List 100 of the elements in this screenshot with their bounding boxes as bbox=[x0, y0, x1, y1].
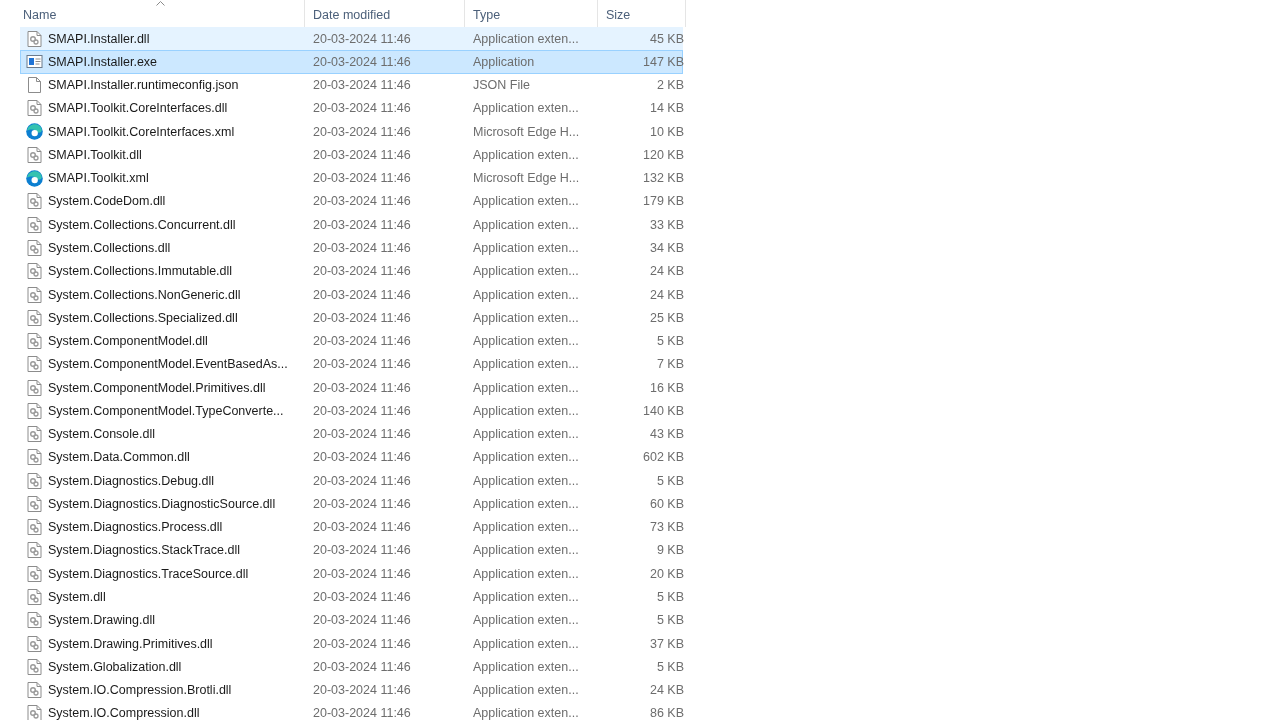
file-type: Application exten... bbox=[472, 101, 580, 116]
gear-file-icon bbox=[26, 519, 43, 536]
file-type: Application exten... bbox=[472, 450, 580, 465]
file-type: Microsoft Edge H... bbox=[472, 171, 581, 186]
file-type: Application exten... bbox=[472, 217, 580, 232]
file-name: System.Diagnostics.TraceSource.dll bbox=[48, 566, 249, 581]
date-modified: 20-03-2024 11:46 bbox=[312, 101, 412, 116]
file-row[interactable]: System.CodeDom.dll 20-03-2024 11:46 Application exten... 179 KB bbox=[20, 189, 683, 214]
file-row[interactable]: System.Diagnostics.DiagnosticSource.dll 20-03-2024 11:46 Application exten... 60 KB bbox=[20, 492, 683, 516]
file-row[interactable]: System.Console.dll 20-03-2024 11:46 Application exten... 43 KB bbox=[20, 422, 683, 446]
file-row[interactable]: System.IO.Compression.dll 20-03-2024 11:46 Application exten... 86 KB bbox=[20, 701, 683, 720]
gear-file-icon bbox=[26, 333, 43, 350]
date-modified: 20-03-2024 11:46 bbox=[312, 147, 412, 162]
file-size: 14 KB bbox=[648, 101, 685, 116]
gear-file-icon bbox=[26, 542, 43, 559]
file-type: Application exten... bbox=[472, 427, 580, 442]
file-size: 179 KB bbox=[642, 194, 685, 209]
date-modified: 20-03-2024 11:46 bbox=[312, 520, 412, 535]
gear-file-icon bbox=[26, 589, 43, 605]
file-size: 43 KB bbox=[648, 427, 685, 442]
file-size: 5 KB bbox=[655, 590, 685, 604]
file-size: 5 KB bbox=[655, 659, 685, 674]
file-row[interactable]: System.ComponentModel.dll 20-03-2024 11:46 Application exten... 5 KB bbox=[20, 329, 683, 353]
file-size: 20 KB bbox=[648, 566, 685, 581]
file-type: Application exten... bbox=[472, 473, 580, 488]
file-row[interactable]: System.Collections.Specialized.dll 20-03-2024 11:46 Application exten... 25 KB bbox=[20, 306, 683, 330]
file-name: System.Diagnostics.Debug.dll bbox=[48, 473, 215, 488]
file-size: 60 KB bbox=[648, 496, 685, 511]
file-row[interactable]: SMAPI.Installer.runtimeconfig.json 20-03-2024 11:46 JSON File 2 KB bbox=[20, 73, 683, 97]
file-row[interactable]: System.IO.Compression.Brotli.dll 20-03-2024 11:46 Application exten... 24 KB bbox=[20, 678, 683, 702]
file-row[interactable]: System.Drawing.dll 20-03-2024 11:46 Application exten... 5 KB bbox=[20, 608, 683, 632]
date-modified: 20-03-2024 11:46 bbox=[312, 124, 412, 139]
date-modified: 20-03-2024 11:46 bbox=[312, 194, 412, 209]
date-modified: 20-03-2024 11:46 bbox=[312, 427, 412, 442]
file-name: System.Data.Common.dll bbox=[48, 450, 190, 465]
gear-file-icon bbox=[26, 402, 43, 419]
file-type: Application exten... bbox=[472, 241, 580, 255]
date-modified: 20-03-2024 11:46 bbox=[312, 334, 412, 349]
gear-file-icon bbox=[26, 146, 43, 163]
file-row[interactable]: SMAPI.Toolkit.dll 20-03-2024 11:46 Application exten... 120 KB bbox=[20, 143, 683, 167]
file-size: 2 KB bbox=[655, 78, 685, 93]
date-modified: 20-03-2024 11:46 bbox=[312, 31, 412, 46]
file-type: Application exten... bbox=[472, 357, 580, 372]
date-modified: 20-03-2024 11:46 bbox=[312, 636, 412, 651]
file-size: 86 KB bbox=[648, 706, 685, 720]
date-modified: 20-03-2024 11:46 bbox=[312, 171, 412, 186]
file-row[interactable]: System.Diagnostics.TraceSource.dll 20-03-2024 11:46 Application exten... 20 KB bbox=[20, 562, 683, 586]
file-type: Microsoft Edge H... bbox=[472, 124, 581, 139]
file-row[interactable]: System.ComponentModel.TypeConverte... 20-03-2024 11:46 Application exten... 140 KB bbox=[20, 399, 683, 423]
blank-file-icon bbox=[26, 77, 43, 94]
file-row[interactable]: System.Collections.dll 20-03-2024 11:46 Application exten... 34 KB bbox=[20, 236, 683, 260]
file-row[interactable]: SMAPI.Toolkit.CoreInterfaces.dll 20-03-2024 11:46 Application exten... 14 KB bbox=[20, 96, 683, 121]
file-row[interactable]: System.Diagnostics.Debug.dll 20-03-2024 11:46 Application exten... 5 KB bbox=[20, 469, 683, 493]
date-modified: 20-03-2024 11:46 bbox=[312, 450, 412, 465]
file-row[interactable]: System.Diagnostics.Process.dll 20-03-2024 11:46 Application exten... 73 KB bbox=[20, 515, 683, 539]
file-size: 34 KB bbox=[648, 241, 685, 255]
file-type: Application exten... bbox=[472, 543, 580, 558]
file-size: 5 KB bbox=[655, 613, 685, 628]
date-modified: 20-03-2024 11:46 bbox=[312, 473, 412, 488]
file-size: 120 KB bbox=[642, 147, 685, 162]
file-row[interactable]: System.Globalization.dll 20-03-2024 11:46 Application exten... 5 KB bbox=[20, 655, 683, 679]
file-row[interactable]: System.Data.Common.dll 20-03-2024 11:46 Application exten... 602 KB bbox=[20, 445, 683, 470]
gear-file-icon bbox=[26, 565, 43, 582]
file-name: System.ComponentModel.EventBasedAs... bbox=[48, 357, 288, 372]
date-modified: 20-03-2024 11:46 bbox=[312, 217, 412, 232]
date-modified: 20-03-2024 11:46 bbox=[312, 357, 412, 372]
file-row[interactable]: System.ComponentModel.EventBasedAs... 20-03-2024 11:46 Application exten... 7 KB bbox=[20, 352, 683, 376]
file-row[interactable]: System.Drawing.Primitives.dll 20-03-2024 11:46 Application exten... 37 KB bbox=[20, 631, 683, 656]
date-modified: 20-03-2024 11:46 bbox=[312, 590, 412, 604]
file-row[interactable]: System.ComponentModel.Primitives.dll 20-03-2024 11:46 Application exten... 16 KB bbox=[20, 376, 683, 400]
file-size: 9 KB bbox=[655, 543, 685, 558]
file-size: 5 KB bbox=[655, 473, 685, 488]
file-type: JSON File bbox=[472, 78, 531, 93]
file-row[interactable]: System.Diagnostics.StackTrace.dll 20-03-2024 11:46 Application exten... 9 KB bbox=[20, 538, 683, 563]
file-row[interactable]: System.dll 20-03-2024 11:46 Application exten... 5 KB bbox=[20, 585, 683, 609]
sort-caret-icon bbox=[156, 1, 166, 6]
file-row[interactable]: SMAPI.Toolkit.CoreInterfaces.xml 20-03-2024 11:46 Microsoft Edge H... 10 KB bbox=[20, 120, 683, 144]
gear-file-icon bbox=[26, 30, 43, 47]
date-modified: 20-03-2024 11:46 bbox=[312, 613, 412, 628]
file-type: Application exten... bbox=[472, 334, 580, 349]
file-row[interactable]: System.Collections.NonGeneric.dll 20-03-2024 11:46 Application exten... 24 KB bbox=[20, 282, 683, 307]
file-size: 73 KB bbox=[648, 520, 685, 535]
file-size: 132 KB bbox=[642, 171, 685, 186]
file-row[interactable]: System.Collections.Immutable.dll 20-03-2024 11:46 Application exten... 24 KB bbox=[20, 259, 683, 283]
file-type: Application exten... bbox=[472, 520, 580, 535]
file-name: SMAPI.Toolkit.CoreInterfaces.dll bbox=[48, 101, 228, 116]
file-size: 37 KB bbox=[648, 636, 685, 651]
gear-file-icon bbox=[26, 426, 43, 443]
file-size: 10 KB bbox=[648, 124, 685, 139]
file-row[interactable]: SMAPI.Installer.dll 20-03-2024 11:46 Application exten... 45 KB bbox=[20, 27, 683, 51]
file-size: 5 KB bbox=[655, 334, 685, 349]
date-modified: 20-03-2024 11:46 bbox=[312, 78, 412, 93]
file-row[interactable]: SMAPI.Toolkit.xml 20-03-2024 11:46 Microsoft Edge H... 132 KB bbox=[20, 166, 683, 190]
file-size: 602 KB bbox=[642, 450, 685, 465]
file-name: System.CodeDom.dll bbox=[48, 194, 166, 209]
file-size: 147 KB bbox=[642, 54, 685, 69]
file-row[interactable]: SMAPI.Installer.exe 20-03-2024 11:46 Application 147 KB bbox=[20, 50, 683, 74]
file-name: System.Collections.Concurrent.dll bbox=[48, 217, 236, 232]
date-modified: 20-03-2024 11:46 bbox=[312, 659, 412, 674]
file-row[interactable]: System.Collections.Concurrent.dll 20-03-2024 11:46 Application exten... 33 KB bbox=[20, 213, 683, 237]
